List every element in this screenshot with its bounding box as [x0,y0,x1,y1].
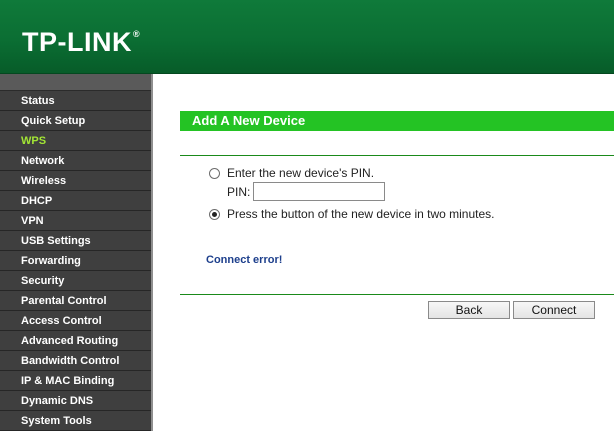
back-button[interactable]: Back [428,301,510,319]
sidebar-item-vpn[interactable]: VPN [0,211,151,231]
connect-button[interactable]: Connect [513,301,595,319]
sidebar-item-status[interactable]: Status [0,91,151,111]
pin-option-label: Enter the new device's PIN. [227,166,375,180]
sidebar-menu: Status Quick Setup WPS Network Wireless … [0,74,153,431]
button-option-radio[interactable] [209,208,220,220]
sidebar-item-advanced-routing[interactable]: Advanced Routing [0,331,151,351]
header-bar: TP-LINK® [0,0,614,74]
divider-top [180,155,614,156]
pin-label: PIN: [227,184,251,199]
sidebar-item-access-control[interactable]: Access Control [0,311,151,331]
sidebar-item-bandwidth-control[interactable]: Bandwidth Control [0,351,151,371]
sidebar-item-wireless[interactable]: Wireless [0,171,151,191]
button-option-label: Press the button of the new device in tw… [227,207,495,221]
page-title: Add A New Device [180,111,614,131]
sidebar-item-security[interactable]: Security [0,271,151,291]
sidebar-item-usb-settings[interactable]: USB Settings [0,231,151,251]
pin-input[interactable] [253,182,386,201]
main-content: Add A New Device Enter the new device's … [155,74,614,431]
sidebar-item-system-tools[interactable]: System Tools [0,411,151,431]
sidebar-item-wps[interactable]: WPS [0,131,151,151]
pin-field-row: PIN: [227,182,386,201]
sidebar-item-dynamic-dns[interactable]: Dynamic DNS [0,391,151,411]
sidebar-header-strip [0,74,151,91]
pin-option-radio[interactable] [209,167,220,179]
sidebar-item-forwarding[interactable]: Forwarding [0,251,151,271]
brand-logo: TP-LINK® [22,27,141,57]
connect-error-message: Connect error! [206,254,283,266]
pin-option-row: Enter the new device's PIN. [209,166,374,180]
sidebar-item-ip-mac-binding[interactable]: IP & MAC Binding [0,371,151,391]
sidebar-item-dhcp[interactable]: DHCP [0,191,151,211]
button-option-row: Press the button of the new device in tw… [209,207,494,221]
sidebar-item-network[interactable]: Network [0,151,151,171]
sidebar-item-parental-control[interactable]: Parental Control [0,291,151,311]
sidebar-item-quick-setup[interactable]: Quick Setup [0,111,151,131]
divider-bottom [180,294,614,295]
